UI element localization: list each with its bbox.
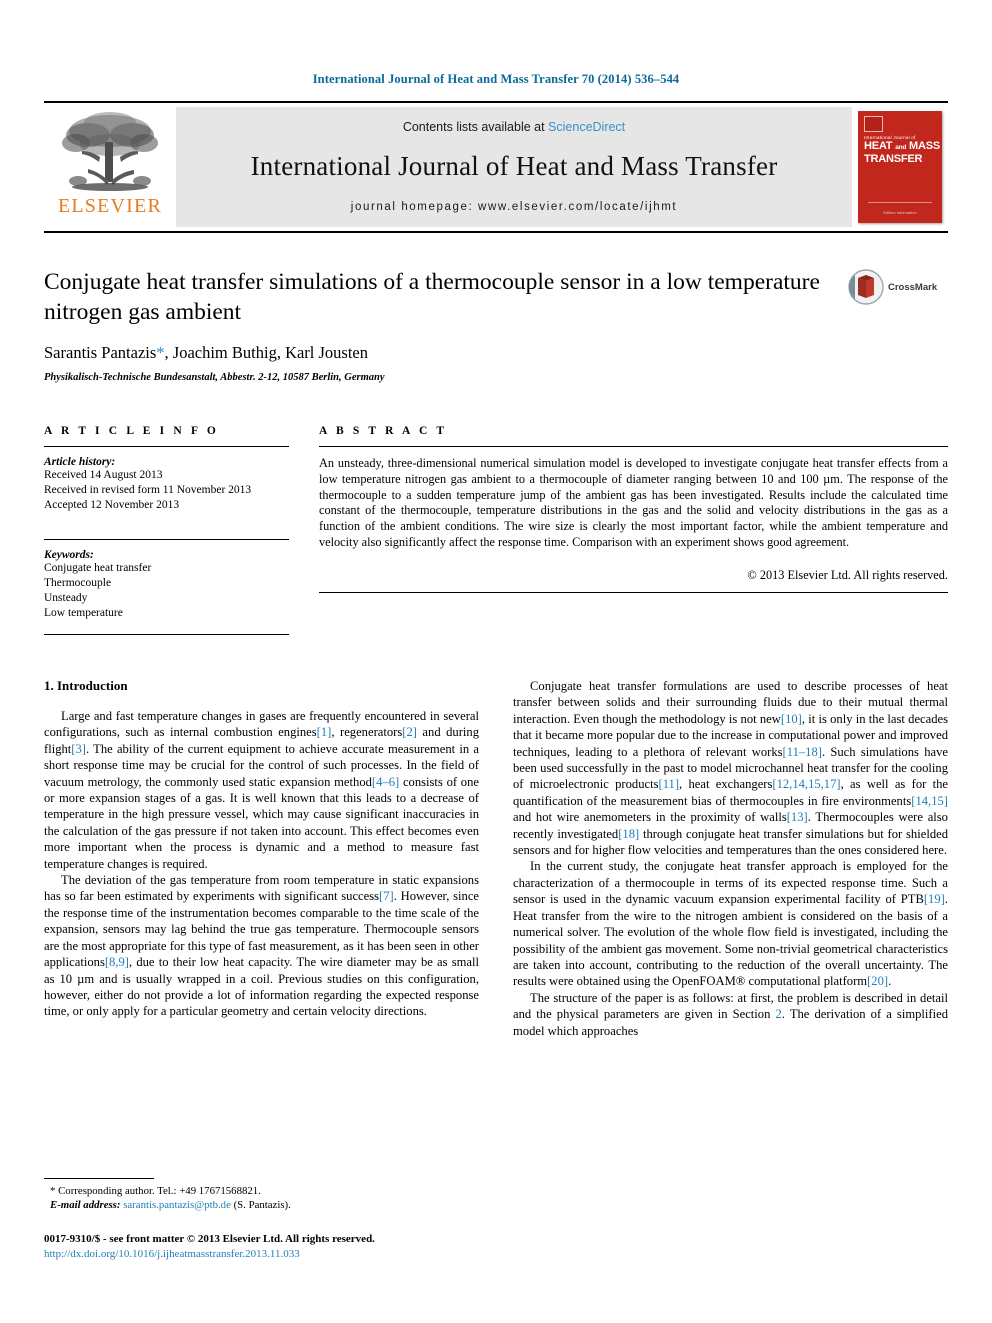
citation-link[interactable]: [1] — [317, 725, 332, 739]
article-history-item: Received in revised form 11 November 201… — [44, 484, 252, 496]
citation-link[interactable]: [4–6] — [372, 775, 399, 789]
paragraph-text: . — [888, 974, 892, 989]
contents-prefix: Contents lists available at — [402, 120, 549, 134]
citation-link[interactable]: [3] — [71, 742, 86, 756]
elsevier-tree-icon — [62, 112, 158, 191]
corresponding-author-marker[interactable]: * — [156, 343, 164, 362]
paragraph: The structure of the paper is as follows… — [513, 990, 948, 1039]
keywords-rule-top — [44, 539, 289, 540]
citation-link[interactable]: [10] — [781, 712, 802, 726]
crossmark-label: CrossMark — [888, 281, 938, 293]
info-abstract-section: A R T I C L E I N F O Article history: R… — [44, 425, 948, 644]
cover-title-transfer: TRANSFER — [864, 152, 923, 165]
paragraph-text: , regenerators — [331, 725, 403, 740]
article-history-block: Article history: Received 14 August 2013… — [44, 456, 289, 530]
email-address-label: E-mail address: — [50, 1199, 121, 1211]
paragraph: The deviation of the gas temperature fro… — [44, 872, 479, 1020]
citation-link[interactable]: [2] — [402, 725, 417, 739]
abstract-rule-bottom — [319, 591, 948, 593]
article-info-heading: A R T I C L E I N F O — [44, 425, 219, 437]
abstract-heading: A B S T R A C T — [319, 425, 448, 437]
affiliation: Physikalisch-Technische Bundesanstalt, A… — [44, 372, 385, 383]
paragraph: Large and fast temperature changes in ga… — [44, 708, 479, 872]
paragraph-text: In the current study, the conjugate heat… — [513, 859, 948, 907]
article-info-rule — [44, 446, 289, 447]
cover-footer-text: Edition Information — [883, 210, 917, 215]
elsevier-logo: ELSEVIER — [44, 103, 176, 231]
citation-link[interactable]: [20] — [867, 974, 888, 988]
paragraph-text: , heat exchangers — [679, 777, 773, 792]
cover-image: International Journal of HEAT and MASS T… — [858, 111, 942, 223]
journal-masthead: ELSEVIER Contents lists available at Sci… — [44, 101, 948, 233]
citation-link[interactable]: [13] — [787, 810, 808, 824]
keywords-rule-bottom — [44, 634, 289, 635]
abstract-column: A B S T R A C T An unsteady, three-dimen… — [319, 425, 948, 644]
body-columns: 1. Introduction Large and fast temperatu… — [44, 678, 948, 1039]
abstract-copyright: © 2013 Elsevier Ltd. All rights reserved… — [747, 567, 948, 582]
footer-issn-line: 0017-9310/$ - see front matter © 2013 El… — [44, 1233, 375, 1245]
footer-doi-link[interactable]: http://dx.doi.org/10.1016/j.ijheatmasstr… — [44, 1247, 564, 1262]
keyword-item: Unsteady — [44, 592, 88, 604]
author-primary: Sarantis Pantazis — [44, 343, 157, 362]
journal-homepage[interactable]: journal homepage: www.elsevier.com/locat… — [351, 201, 677, 213]
author-others: , Joachim Buthig, Karl Jousten — [164, 343, 369, 362]
page-footer: 0017-9310/$ - see front matter © 2013 El… — [44, 1232, 564, 1261]
section-heading-introduction: 1. Introduction — [44, 678, 128, 693]
citation-link[interactable]: [11] — [659, 777, 680, 791]
paper-title: Conjugate heat transfer simulations of a… — [44, 269, 820, 325]
body-column-left: 1. Introduction Large and fast temperatu… — [44, 678, 479, 1039]
sciencedirect-link[interactable]: ScienceDirect — [548, 120, 625, 134]
corresponding-author-footnote: * Corresponding author. Tel.: +49 176715… — [44, 1178, 464, 1212]
footnote-line-tel: * Corresponding author. Tel.: +49 176715… — [44, 1184, 464, 1198]
article-history-item: Accepted 12 November 2013 — [44, 499, 180, 511]
footnote-divider — [44, 1178, 154, 1179]
abstract-rule — [319, 446, 948, 447]
keyword-item: Low temperature — [44, 607, 123, 619]
cover-title-and: and — [895, 144, 907, 151]
email-link[interactable]: sarantis.pantazis@ptb.de — [123, 1199, 231, 1211]
footnote-corresponding-text: Corresponding author. Tel.: +49 17671568… — [55, 1185, 261, 1197]
abstract-text: An unsteady, three-dimensional numerical… — [319, 456, 948, 549]
contents-available-line: Contents lists available at ScienceDirec… — [403, 120, 625, 134]
journal-title: International Journal of Heat and Mass T… — [250, 151, 778, 181]
body-column-right: Conjugate heat transfer formulations are… — [513, 678, 948, 1039]
paragraph-text: consists of one or more expansion stages… — [44, 774, 479, 871]
citation-link[interactable]: [7] — [379, 889, 394, 903]
elsevier-wordmark: ELSEVIER — [57, 195, 163, 217]
citation-link[interactable]: [11–18] — [783, 745, 822, 759]
paper-page: International Journal of Heat and Mass T… — [0, 0, 992, 1323]
paragraph: In the current study, the conjugate heat… — [513, 858, 948, 989]
keyword-item: Thermocouple — [44, 577, 112, 589]
footnote-line-email: E-mail address: sarantis.pantazis@ptb.de… — [44, 1198, 464, 1212]
crossmark-icon — [848, 269, 884, 305]
citation-link[interactable]: [14,15] — [911, 794, 948, 808]
running-head: International Journal of Heat and Mass T… — [312, 72, 680, 86]
title-block: Conjugate heat transfer simulations of a… — [44, 267, 948, 383]
citation-link[interactable]: [19] — [924, 892, 945, 906]
article-info-column: A R T I C L E I N F O Article history: R… — [44, 425, 289, 644]
cover-title: HEAT and MASS TRANSFER — [864, 140, 940, 165]
author-list: Sarantis Pantazis*, Joachim Buthig, Karl… — [44, 343, 948, 363]
journal-band: Contents lists available at ScienceDirec… — [176, 107, 852, 227]
citation-link[interactable]: [12,14,15,17] — [772, 777, 840, 791]
cover-publisher-mark — [864, 116, 883, 132]
keyword-item: Conjugate heat transfer — [44, 562, 152, 574]
article-history-item: Received 14 August 2013 — [44, 469, 163, 481]
citation-link[interactable]: [8,9] — [105, 955, 129, 969]
journal-cover-thumbnail: International Journal of HEAT and MASS T… — [852, 103, 948, 231]
paragraph-text: and hot wire anemometers in the proximit… — [513, 810, 787, 825]
article-history-label: Article history: — [44, 456, 116, 468]
keywords-block: Keywords: Conjugate heat transfer Thermo… — [44, 549, 289, 625]
keywords-label: Keywords: — [44, 549, 94, 561]
cover-title-heat: HEAT — [864, 140, 893, 152]
paragraph: Conjugate heat transfer formulations are… — [513, 678, 948, 858]
crossmark-badge[interactable]: CrossMark — [848, 269, 948, 305]
email-owner: (S. Pantazis). — [230, 1199, 291, 1211]
citation-link[interactable]: [18] — [618, 827, 639, 841]
cover-divider — [868, 202, 932, 203]
cover-title-mass: MASS — [909, 140, 940, 152]
